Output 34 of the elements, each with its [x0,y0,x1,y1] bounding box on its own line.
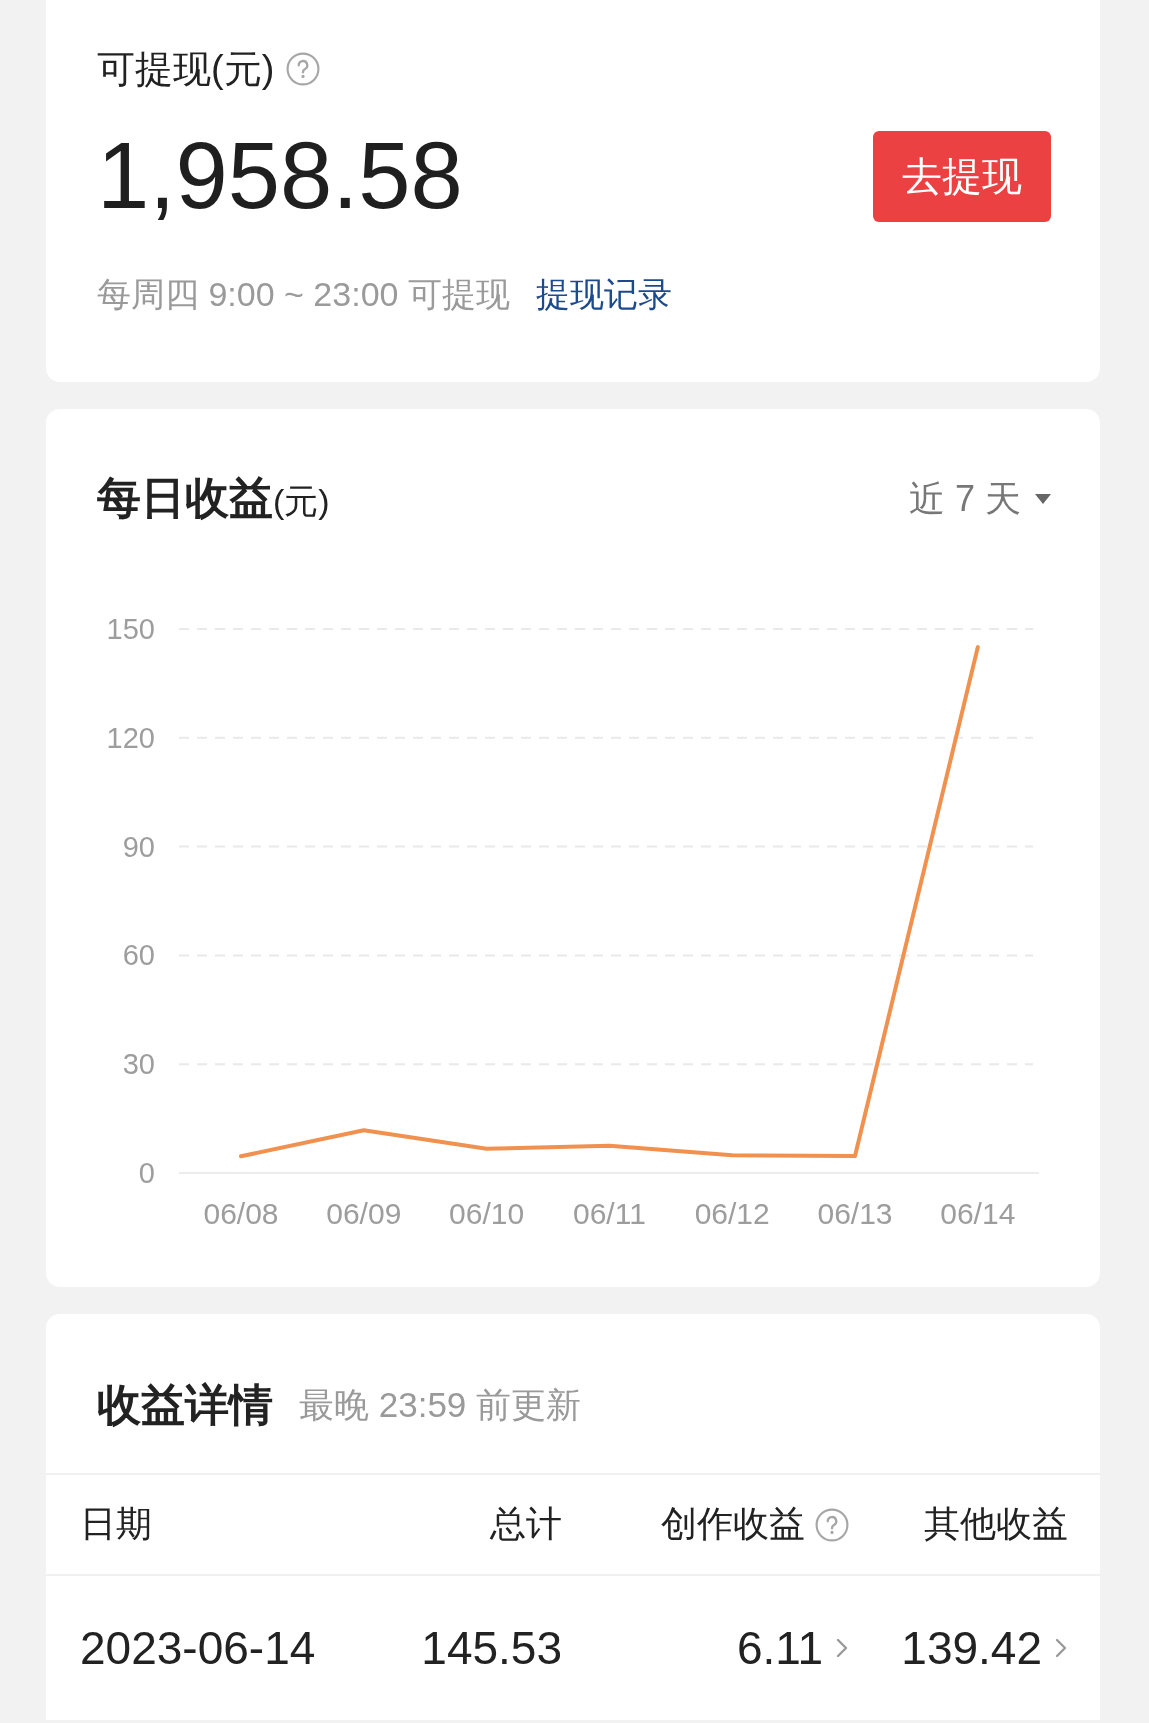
x-axis-label: 06/11 [572,1196,646,1230]
y-axis-label: 30 [122,1048,155,1081]
y-axis-label: 60 [122,939,155,972]
column-header: 总计 [490,1502,562,1546]
x-axis-label: 06/12 [694,1196,770,1230]
range-dropdown[interactable]: 近 7 天 [908,474,1051,524]
x-axis-label: 06/10 [449,1196,525,1230]
help-icon[interactable] [286,52,321,86]
x-axis-label: 06/14 [940,1196,1016,1230]
withdraw-button[interactable]: 去提现 [873,130,1051,222]
column-header: 创作收益 [661,1502,805,1546]
column-header: 其他收益 [924,1502,1068,1546]
x-axis-label: 06/13 [817,1196,893,1230]
amount-link[interactable]: 6.11 [736,1621,849,1675]
table-cell: 2023-06-14 [80,1621,316,1675]
balance-amount: 1,958.58 [97,122,463,230]
y-axis-label: 90 [122,830,155,863]
x-axis-label: 06/09 [326,1196,402,1230]
caret-icon [1035,494,1051,504]
withdraw-records-link[interactable]: 提现记录 [535,272,672,316]
y-axis-label: 150 [106,613,155,645]
column-header: 日期 [80,1502,152,1546]
table-cell: 145.53 [421,1621,562,1675]
y-axis-label: 0 [138,1157,155,1189]
update-note: 最晚 23:59 前更新 [299,1384,582,1426]
help-icon[interactable] [815,1507,849,1542]
unit-label: (元) [273,480,330,522]
balance-title: 可提现(元) [97,48,275,90]
withdraw-schedule: 每周四 9:00 ~ 23:00 可提现 [97,274,510,315]
x-axis-label: 06/08 [203,1196,279,1230]
y-axis-label: 120 [106,721,155,754]
chart-title: 每日收益 [97,475,273,520]
amount-link[interactable]: 139.42 [901,1621,1068,1675]
details-title: 收益详情 [97,1382,273,1428]
